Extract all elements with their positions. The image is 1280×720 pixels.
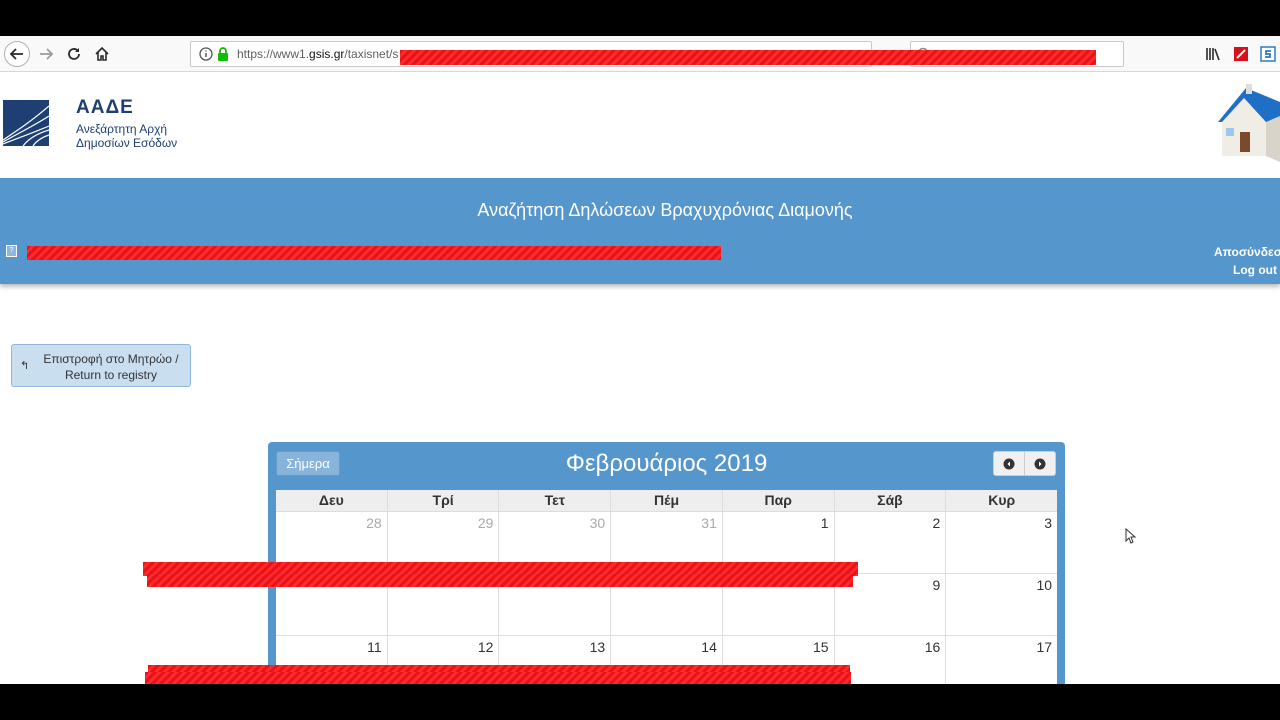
logout-link[interactable]: Log out: [1233, 263, 1277, 277]
day-number: 30: [589, 515, 606, 531]
chevron-right-icon: [1034, 458, 1046, 469]
page-title: Αναζήτηση Δηλώσεων Βραχυχρόνιας Διαμονής: [477, 200, 853, 220]
calendar-day-cell[interactable]: 10: [946, 574, 1057, 635]
lock-icon: [218, 47, 228, 61]
weekday-label: Παρ: [723, 490, 835, 511]
aade-logo-icon: [3, 100, 49, 146]
day-number: 17: [1036, 639, 1053, 655]
day-number: 13: [589, 639, 606, 655]
forward-button[interactable]: [33, 41, 59, 67]
next-month-button[interactable]: [1024, 451, 1056, 476]
weekday-label: Τρί: [388, 490, 500, 511]
back-button[interactable]: [4, 41, 30, 67]
letterbox-bottom: [0, 684, 1280, 720]
day-number: 3: [1044, 515, 1053, 531]
prev-month-button[interactable]: [993, 451, 1025, 476]
logout-link-greek[interactable]: Αποσύνδεση: [1214, 245, 1280, 259]
logo-subtitle: Ανεξάρτητη Αρχή Δημοσίων Εσόδων: [76, 122, 178, 150]
calendar-grid: Δευ Τρί Τετ Πέμ Παρ Σάβ Κυρ 28 29 30 31 1 2 3 9…: [276, 490, 1057, 684]
pdf-extension-icon[interactable]: [1232, 45, 1250, 63]
calendar-title: Φεβρουάριος 2019: [565, 450, 768, 477]
redaction-url: [400, 50, 1096, 65]
day-number: 28: [366, 515, 382, 531]
day-number: 10: [1036, 577, 1053, 593]
weekday-label: Κυρ: [988, 492, 1016, 508]
weekday-header: Δευ Τρί Τετ Πέμ Παρ Σάβ Κυρ: [276, 490, 1057, 512]
day-number: 29: [477, 515, 494, 531]
calendar-day-cell[interactable]: 16: [835, 636, 947, 684]
day-number: 11: [367, 639, 382, 655]
letterbox-top: [0, 0, 1280, 36]
day-number: 1: [820, 515, 829, 531]
calendar-day-cell[interactable]: 3: [946, 512, 1057, 573]
home-button[interactable]: [89, 41, 115, 67]
browser-toolbar: https://www1.gsis.gr/taxisnet/s: [0, 36, 1280, 72]
mouse-cursor-icon: [1125, 528, 1137, 544]
header-bar: Αναζήτηση Δηλώσεων Βραχυχρόνιας Διαμονής…: [0, 178, 1280, 284]
day-number: 31: [701, 515, 717, 531]
url-text: https://www1.gsis.gr/taxisnet/s: [237, 47, 399, 61]
weekday-label: Σάβ: [835, 490, 947, 511]
info-icon: [199, 47, 213, 61]
redaction-week-row-1b: [147, 574, 853, 587]
web-page: ΑΑΔΕ Ανεξάρτητη Αρχή Δημοσίων Εσόδων Ανα…: [0, 72, 1280, 684]
calendar-day-cell[interactable]: 17: [946, 636, 1057, 684]
library-icon[interactable]: [1204, 45, 1222, 63]
chevron-left-icon: [1003, 458, 1015, 469]
logo-title: ΑΑΔΕ: [76, 97, 134, 118]
day-number: 2: [932, 515, 941, 531]
arrow-left-icon: [10, 48, 23, 60]
return-button-label: Επιστροφή στο Μητρώο / Return to registr…: [43, 352, 179, 382]
weekday-label: Πέμ: [611, 490, 723, 511]
day-number: 14: [701, 639, 717, 655]
return-to-registry-button[interactable]: ↰ Επιστροφή στο Μητρώο / Return to regis…: [11, 344, 191, 387]
day-number: 12: [477, 639, 494, 655]
reload-button[interactable]: [61, 41, 87, 67]
return-arrow-icon: ↰: [20, 360, 30, 372]
day-number: 9: [932, 577, 941, 593]
reload-icon: [68, 48, 80, 60]
redaction-user-info: [27, 246, 721, 260]
redaction-week-row-2b: [145, 672, 851, 684]
day-number: 15: [813, 639, 829, 655]
arrow-right-icon: [40, 48, 53, 60]
calendar-weeks: 28 29 30 31 1 2 3 9 10 11 12 13 14 15 16 17: [276, 512, 1057, 684]
extension-s-icon[interactable]: [1259, 45, 1277, 63]
house-icon[interactable]: [1214, 82, 1280, 164]
home-icon: [95, 47, 109, 61]
weekday-label: Τετ: [499, 490, 612, 511]
weekday-label: Δευ: [276, 490, 388, 511]
day-number: 16: [924, 639, 941, 655]
flag-icon: ?: [6, 245, 17, 257]
